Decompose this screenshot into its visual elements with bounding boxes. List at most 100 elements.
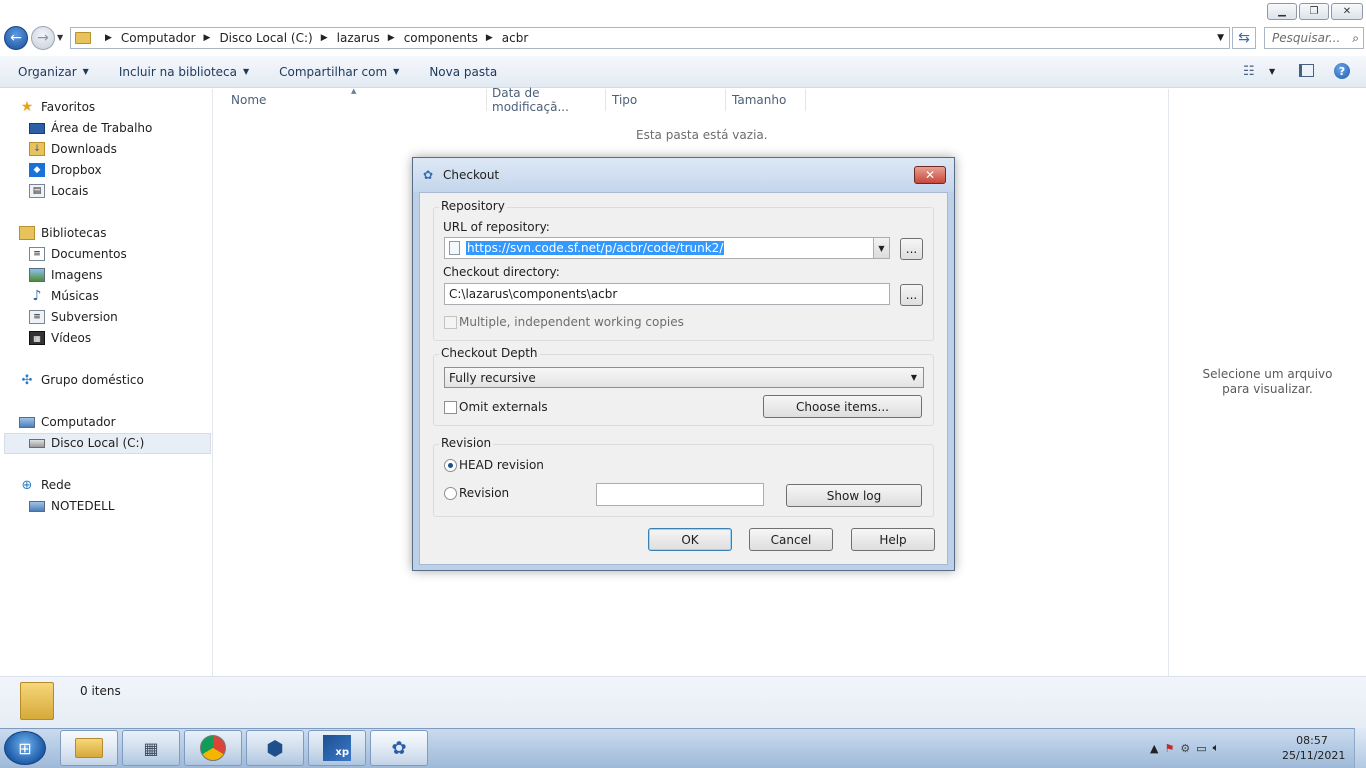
nav-desktop[interactable]: Área de Trabalho bbox=[29, 118, 152, 138]
nav-local-disk[interactable]: Disco Local (C:) bbox=[29, 433, 144, 453]
crumb-acbr[interactable]: acbr bbox=[502, 31, 529, 45]
taskbar-chrome[interactable] bbox=[184, 730, 242, 766]
forward-button[interactable]: → bbox=[31, 26, 55, 50]
column-date-modified[interactable]: Data de modificaçã... bbox=[486, 86, 606, 114]
column-name[interactable]: Nome bbox=[225, 89, 487, 111]
close-icon: ✕ bbox=[1342, 6, 1352, 17]
crumb-lazarus[interactable]: lazarus bbox=[337, 31, 380, 45]
close-window-button[interactable]: ✕ bbox=[1331, 3, 1363, 20]
nav-downloads[interactable]: ↓ Downloads bbox=[29, 139, 117, 159]
chevron-right-icon[interactable]: ▶ bbox=[486, 33, 493, 43]
preview-pane-icon[interactable] bbox=[1299, 64, 1314, 77]
nav-notedell[interactable]: NOTEDELL bbox=[29, 496, 115, 516]
help-button[interactable]: Help bbox=[851, 528, 935, 551]
revision-radio[interactable] bbox=[444, 487, 457, 500]
nav-label: NOTEDELL bbox=[51, 499, 115, 513]
chevron-right-icon[interactable]: ▶ bbox=[204, 33, 211, 43]
dialog-body: Repository URL of repository: https://sv… bbox=[419, 192, 948, 565]
browse-directory-button[interactable]: ... bbox=[900, 284, 923, 306]
cancel-button[interactable]: Cancel bbox=[749, 528, 833, 551]
show-log-button[interactable]: Show log bbox=[786, 484, 922, 507]
nav-libraries[interactable]: Bibliotecas bbox=[19, 223, 106, 243]
nav-dropbox[interactable]: ◆ Dropbox bbox=[29, 160, 102, 180]
taskbar-virtualbox[interactable]: ⬢ bbox=[246, 730, 304, 766]
column-size-label: Tamanho bbox=[732, 93, 787, 107]
maximize-button[interactable]: ❐ bbox=[1299, 3, 1329, 20]
depth-value: Fully recursive bbox=[449, 370, 536, 385]
network-icon: ⊕ bbox=[21, 477, 33, 493]
search-input[interactable]: Pesquisar... ⌕ bbox=[1264, 27, 1364, 49]
url-dropdown-button[interactable]: ▼ bbox=[873, 238, 889, 258]
taskbar-calculator[interactable]: ▦ bbox=[122, 730, 180, 766]
address-bar[interactable]: ▶ Computador ▶ Disco Local (C:) ▶ lazaru… bbox=[70, 27, 1230, 49]
view-options-icon[interactable]: ☷ bbox=[1243, 64, 1255, 79]
tortoise-icon: ✿ bbox=[423, 168, 434, 182]
show-hidden-icons-icon[interactable]: ▲ bbox=[1150, 742, 1158, 755]
head-revision-radio[interactable] bbox=[444, 459, 457, 472]
security-icon[interactable]: ⚙ bbox=[1180, 742, 1190, 755]
depth-select[interactable]: Fully recursive ▼ bbox=[444, 367, 924, 388]
checkout-directory-input[interactable]: C:\lazarus\components\acbr bbox=[444, 283, 890, 305]
dir-label: Checkout directory: bbox=[443, 265, 560, 279]
action-center-icon[interactable]: ⚑ bbox=[1164, 742, 1174, 755]
nav-network[interactable]: ⊕ Rede bbox=[19, 475, 72, 495]
share-with-menu[interactable]: Compartilhar com ▼ bbox=[279, 65, 399, 79]
multiple-copies-checkbox[interactable] bbox=[444, 316, 457, 329]
new-folder-button[interactable]: Nova pasta bbox=[429, 65, 497, 79]
view-dropdown-icon[interactable]: ▼ bbox=[1269, 67, 1275, 76]
address-dropdown-icon[interactable]: ▼ bbox=[1217, 33, 1224, 43]
crumb-local-disk[interactable]: Disco Local (C:) bbox=[219, 31, 312, 45]
arrow-right-icon: → bbox=[37, 30, 49, 46]
nav-music[interactable]: ♪ Músicas bbox=[29, 286, 99, 306]
show-desktop-button[interactable] bbox=[1354, 728, 1366, 768]
omit-externals-checkbox[interactable] bbox=[444, 401, 457, 414]
dialog-close-button[interactable]: ✕ bbox=[914, 166, 946, 184]
revision-input[interactable] bbox=[596, 483, 764, 506]
nav-documents[interactable]: ≡ Documentos bbox=[29, 244, 127, 264]
dialog-titlebar[interactable]: ✿ Checkout bbox=[413, 158, 954, 192]
nav-videos[interactable]: ▦ Vídeos bbox=[29, 328, 91, 348]
include-library-menu[interactable]: Incluir na biblioteca ▼ bbox=[119, 65, 249, 79]
crumb-components[interactable]: components bbox=[404, 31, 478, 45]
subversion-library-icon: ≡ bbox=[29, 310, 45, 324]
minimize-button[interactable]: ▁ bbox=[1267, 3, 1297, 20]
homegroup-icon: ✣ bbox=[21, 372, 33, 388]
column-size[interactable]: Tamanho bbox=[726, 89, 806, 111]
taskbar-xp-mode[interactable]: xp bbox=[308, 730, 366, 766]
nav-homegroup[interactable]: ✣ Grupo doméstico bbox=[19, 370, 144, 390]
nav-locals[interactable]: ▤ Locais bbox=[29, 181, 88, 201]
nav-computer[interactable]: Computador bbox=[19, 412, 116, 432]
url-combobox[interactable]: https://svn.code.sf.net/p/acbr/code/trun… bbox=[444, 237, 890, 259]
column-type[interactable]: Tipo bbox=[606, 89, 726, 111]
back-button[interactable]: ← bbox=[4, 26, 28, 50]
nav-label: Bibliotecas bbox=[41, 226, 107, 240]
start-button[interactable]: ⊞ bbox=[4, 731, 46, 765]
taskbar-tortoisesvn[interactable]: ✿ bbox=[370, 730, 428, 766]
chevron-right-icon[interactable]: ▶ bbox=[321, 33, 328, 43]
dir-value: C:\lazarus\components\acbr bbox=[449, 287, 618, 301]
chevron-right-icon[interactable]: ▶ bbox=[105, 33, 112, 43]
nav-images[interactable]: Imagens bbox=[29, 265, 102, 285]
documents-icon: ≡ bbox=[29, 247, 45, 261]
chevron-right-icon[interactable]: ▶ bbox=[388, 33, 395, 43]
taskbar-explorer[interactable] bbox=[60, 730, 118, 766]
clock-date: 25/11/2021 bbox=[1282, 749, 1346, 762]
choose-items-button[interactable]: Choose items... bbox=[763, 395, 922, 418]
organize-menu[interactable]: Organizar ▼ bbox=[18, 65, 89, 79]
clock[interactable]: 08:57 25/11/2021 bbox=[1282, 733, 1346, 763]
recent-pages-dropdown[interactable]: ▼ bbox=[57, 33, 63, 42]
refresh-button[interactable]: ⇆ bbox=[1232, 27, 1256, 49]
help-icon[interactable]: ? bbox=[1334, 63, 1350, 79]
images-icon bbox=[29, 268, 45, 282]
network-status-icon[interactable]: ▭ bbox=[1196, 742, 1206, 755]
browse-url-button[interactable]: ... bbox=[900, 238, 923, 260]
crumb-computer[interactable]: Computador bbox=[121, 31, 196, 45]
nav-label: Grupo doméstico bbox=[41, 373, 144, 387]
nav-favorites[interactable]: ★ Favoritos bbox=[19, 97, 95, 117]
restore-icon: ❐ bbox=[1309, 6, 1319, 17]
nav-subversion[interactable]: ≡ Subversion bbox=[29, 307, 118, 327]
chrome-icon bbox=[200, 735, 226, 761]
volume-icon[interactable]: 🔈︎ bbox=[1213, 741, 1220, 755]
ok-button[interactable]: OK bbox=[648, 528, 732, 551]
refresh-icon: ⇆ bbox=[1238, 30, 1250, 46]
